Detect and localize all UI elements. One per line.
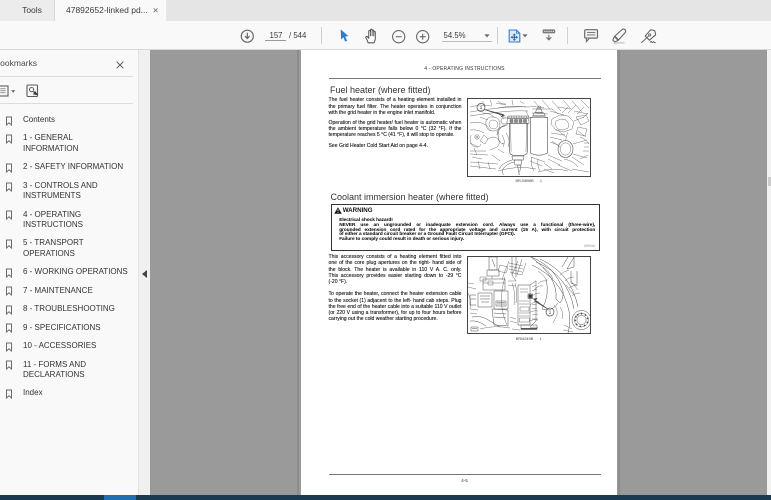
svg-text:1: 1	[479, 105, 482, 110]
svg-text:1: 1	[548, 310, 551, 315]
